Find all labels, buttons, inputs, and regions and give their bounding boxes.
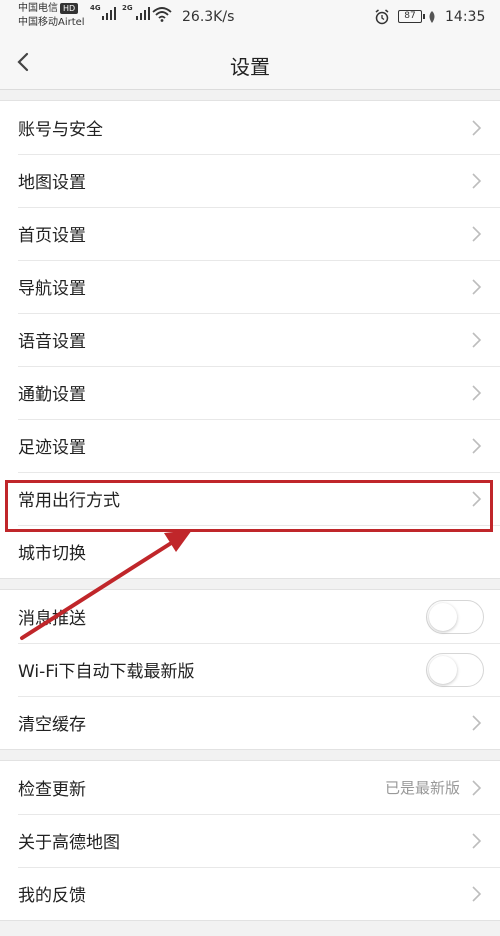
chevron-right-icon (472, 490, 482, 507)
carrier-2: 中国移动Airtel (18, 17, 85, 28)
chevron-right-icon (472, 331, 482, 348)
wifi-icon (152, 7, 172, 22)
row-label: 城市切换 (18, 544, 86, 564)
chevron-right-icon (472, 714, 482, 731)
chevron-right-icon (472, 278, 482, 295)
settings-screen: 中国电信 HD 中国移动Airtel 4G 2G 26.3K/s 87 14:35 (0, 0, 500, 936)
row-label: 语音设置 (18, 332, 86, 352)
carrier-1: 中国电信 (18, 3, 58, 14)
row-label: 足迹设置 (18, 438, 86, 458)
row-clear-cache[interactable]: 清空缓存 (0, 696, 500, 749)
row-push-notifications: 消息推送 (0, 590, 500, 643)
toggle-knob (429, 655, 457, 684)
row-label: 账号与安全 (18, 120, 103, 140)
chevron-right-icon (472, 172, 482, 189)
row-label: 清空缓存 (18, 715, 86, 735)
carrier-info: 中国电信 HD 中国移动Airtel (18, 2, 85, 30)
row-label: 导航设置 (18, 279, 86, 299)
network-speed: 26.3K/s (182, 9, 235, 25)
chevron-right-icon (472, 885, 482, 902)
chevron-right-icon (472, 437, 482, 454)
row-wifi-auto-download: Wi-Fi下自动下载最新版 (0, 643, 500, 696)
row-label: 关于高德地图 (18, 833, 120, 853)
toggle-knob (429, 602, 457, 631)
network-type-2: 2G (122, 4, 133, 12)
row-label: 常用出行方式 (18, 491, 120, 511)
row-label: 检查更新 (18, 780, 86, 800)
row-footprint-settings[interactable]: 足迹设置 (0, 419, 500, 472)
chevron-right-icon (472, 832, 482, 849)
settings-group-general: 账号与安全 地图设置 首页设置 导航设置 语音设置 通勤设置 足迹设置 常用出行… (0, 100, 500, 579)
row-check-update[interactable]: 检查更新 已是最新版 (0, 761, 500, 814)
row-commute-settings[interactable]: 通勤设置 (0, 366, 500, 419)
row-about-amap[interactable]: 关于高德地图 (0, 814, 500, 867)
settings-group-app: 消息推送 Wi-Fi下自动下载最新版 清空缓存 (0, 589, 500, 750)
push-notifications-toggle[interactable] (426, 599, 484, 634)
navigation-bar: 设置 (0, 36, 500, 90)
wifi-auto-download-toggle[interactable] (426, 652, 484, 687)
chevron-right-icon (472, 225, 482, 242)
row-voice-settings[interactable]: 语音设置 (0, 313, 500, 366)
row-home-settings[interactable]: 首页设置 (0, 207, 500, 260)
row-common-travel-mode[interactable]: 常用出行方式 (0, 472, 500, 525)
chevron-right-icon (472, 119, 482, 136)
signal-icon-1: 4G (90, 4, 116, 20)
row-label: 我的反馈 (18, 886, 86, 906)
signal-icon-2: 2G (122, 4, 150, 20)
hd-badge: HD (60, 3, 79, 14)
row-city-switch[interactable]: 城市切换 (0, 525, 500, 578)
update-status: 已是最新版 (384, 779, 460, 797)
row-label: 地图设置 (18, 173, 86, 193)
page-title: 设置 (230, 55, 270, 79)
row-label: 消息推送 (18, 609, 86, 629)
chevron-right-icon (472, 384, 482, 401)
settings-group-about: 检查更新 已是最新版 关于高德地图 我的反馈 (0, 760, 500, 921)
chevron-right-icon (472, 779, 482, 796)
row-navigation-settings[interactable]: 导航设置 (0, 260, 500, 313)
status-bar: 中国电信 HD 中国移动Airtel 4G 2G 26.3K/s 87 14:35 (0, 0, 500, 36)
leaf-icon (429, 11, 435, 23)
row-my-feedback[interactable]: 我的反馈 (0, 867, 500, 920)
row-label: 通勤设置 (18, 385, 86, 405)
network-type-1: 4G (90, 4, 101, 12)
battery-icon: 87 (398, 10, 425, 23)
row-label: Wi-Fi下自动下载最新版 (18, 662, 195, 682)
alarm-icon (375, 9, 389, 25)
row-label: 首页设置 (18, 226, 86, 246)
row-account-security[interactable]: 账号与安全 (0, 101, 500, 154)
row-map-settings[interactable]: 地图设置 (0, 154, 500, 207)
clock-time: 14:35 (445, 9, 486, 25)
